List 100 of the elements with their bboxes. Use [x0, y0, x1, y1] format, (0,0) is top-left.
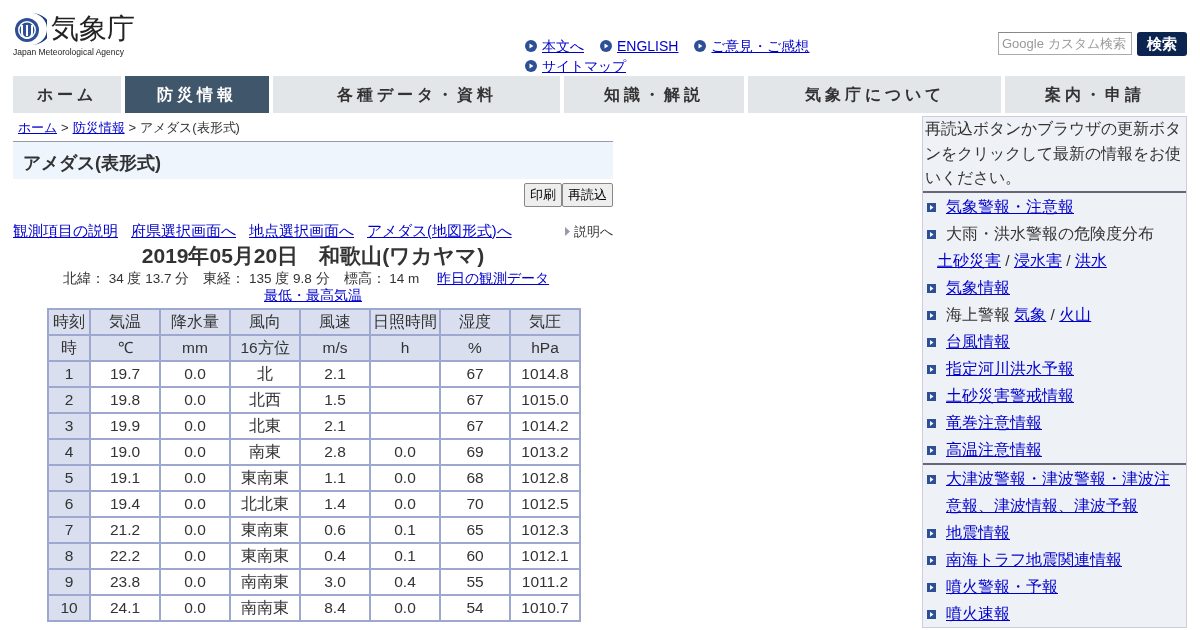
table-cell: 1012.3 — [510, 517, 580, 544]
table-cell: 南南東 — [230, 569, 300, 596]
bullet-icon — [927, 310, 936, 320]
sidebar-link[interactable]: 噴火警報・予報 — [946, 572, 1058, 600]
breadcrumb-current: アメダス(表形式) — [140, 119, 240, 136]
table-cell: 南南東 — [230, 595, 300, 622]
search-field[interactable]: Google カスタム検索 — [998, 32, 1132, 55]
nav-tab[interactable]: 案内・申請 — [1005, 76, 1185, 113]
table-cell: 70 — [440, 491, 510, 518]
table-cell: 1014.8 — [510, 361, 580, 388]
sidebar-link[interactable]: 浸水害 — [1013, 251, 1062, 269]
table-cell: 1.1 — [300, 465, 370, 492]
nav-tab[interactable]: 気象庁について — [748, 76, 1001, 113]
sidebar-link[interactable]: 噴火速報 — [946, 599, 1010, 627]
table-cell: 21.2 — [90, 517, 160, 544]
table-cell: 0.0 — [160, 543, 230, 570]
table-cell: 54 — [440, 595, 510, 622]
unit-header: ℃ — [90, 335, 160, 362]
bullet-icon — [927, 609, 936, 619]
header-link[interactable]: サイトマップ — [542, 56, 626, 76]
table-cell: 0.0 — [160, 569, 230, 596]
sidebar-link[interactable]: 土砂災害警戒情報 — [946, 381, 1074, 409]
table-cell: 東南東 — [230, 517, 300, 544]
row-header: 5 — [48, 465, 90, 492]
sidebar-text: / — [1065, 251, 1072, 269]
nav-tab[interactable]: 知識・解説 — [564, 76, 744, 113]
header-link[interactable]: 本文へ — [542, 36, 584, 56]
table-cell: 67 — [440, 387, 510, 414]
table-cell: 0.0 — [160, 517, 230, 544]
bullet-icon — [694, 40, 707, 52]
nav-tab[interactable]: ホーム — [13, 76, 121, 113]
bullet-icon — [927, 474, 936, 484]
bullet-icon — [927, 364, 936, 374]
sidebar-link[interactable]: 南海トラフ地震関連情報 — [946, 545, 1122, 573]
table-cell: 19.0 — [90, 439, 160, 466]
bullet-icon — [927, 582, 936, 592]
bullet-icon — [927, 528, 936, 538]
sidebar-link[interactable]: 洪水 — [1074, 251, 1107, 269]
station-link[interactable]: 最低・最高気温 — [264, 288, 362, 304]
table-cell: 0.0 — [160, 361, 230, 388]
table-cell: 1013.2 — [510, 439, 580, 466]
breadcrumb-separator: > — [128, 119, 137, 136]
row-header: 2 — [48, 387, 90, 414]
nav-tab[interactable]: 防災情報 — [125, 76, 269, 113]
nav-link-text[interactable]: 観測項目の説明 — [13, 220, 118, 243]
sidebar-link[interactable]: 大津波警報・津波警報・津波注意報、津波情報、津波予報 — [946, 464, 1184, 519]
sidebar-link[interactable]: 指定河川洪水予報 — [946, 354, 1074, 382]
table-cell: 68 — [440, 465, 510, 492]
column-header: 降水量 — [160, 309, 230, 336]
sidebar-link[interactable]: 気象 — [1014, 305, 1047, 323]
nav-link-text[interactable]: 地点選択画面へ — [249, 220, 354, 243]
sidebar-link[interactable]: 気象警報・注意報 — [946, 192, 1074, 220]
table-cell: 0.1 — [370, 517, 440, 544]
table-cell: 55 — [440, 569, 510, 596]
sidebar-link[interactable]: 火山 — [1059, 305, 1092, 323]
logo-text: 気象庁 — [51, 15, 135, 43]
header-link[interactable]: ENGLISH — [617, 36, 679, 56]
toolbar-button[interactable]: 再読込 — [562, 183, 613, 207]
sidebar-link[interactable]: 気象情報 — [946, 273, 1010, 301]
table-cell: 東南東 — [230, 543, 300, 570]
table-cell: 19.7 — [90, 361, 160, 388]
bullet-icon — [927, 283, 936, 293]
table-cell: 0.4 — [300, 543, 370, 570]
breadcrumb-link[interactable]: 防災情報 — [72, 118, 125, 136]
unit-header: 時 — [48, 335, 90, 362]
sidebar-link[interactable]: 台風情報 — [946, 327, 1010, 355]
unit-header: h — [370, 335, 440, 362]
table-cell: 北北東 — [230, 491, 300, 518]
sidebar-link[interactable]: 竜巻注意情報 — [946, 408, 1042, 436]
sidebar-link[interactable]: 高温注意情報 — [946, 435, 1042, 463]
station-link[interactable]: 昨日の観測データ — [437, 271, 550, 287]
breadcrumb-link[interactable]: ホーム — [18, 118, 57, 136]
search-button[interactable]: 検索 — [1137, 32, 1187, 56]
table-cell: 1.5 — [300, 387, 370, 414]
sidebar-link[interactable]: 地震情報 — [946, 518, 1010, 546]
sidebar-link[interactable]: 土砂災害 — [937, 251, 1001, 269]
row-header: 7 — [48, 517, 90, 544]
nav-link-text[interactable]: 府県選択画面へ — [131, 220, 236, 243]
header-link[interactable]: ご意見・ご感想 — [711, 36, 810, 56]
nav-tab[interactable]: 各種データ・資料 — [273, 76, 560, 113]
table-cell: 1011.2 — [510, 569, 580, 596]
bullet-icon — [927, 445, 936, 455]
column-header: 湿度 — [440, 309, 510, 336]
nav-link-text[interactable]: アメダス(地図形式)へ — [367, 220, 512, 243]
table-cell: 0.0 — [160, 439, 230, 466]
table-cell: 1012.1 — [510, 543, 580, 570]
bullet-icon — [927, 229, 936, 239]
help-link[interactable]: 説明へ — [574, 221, 613, 242]
date-station-heading: 2019年05月20日 和歌山(ワカヤマ) — [140, 243, 486, 270]
table-cell: 北東 — [230, 413, 300, 440]
row-header: 1 — [48, 361, 90, 388]
station-info: 北緯： 34 度 13.7 分 東経： 135 度 9.8 分 標高： 14 m — [62, 271, 420, 287]
column-header: 時刻 — [48, 309, 90, 336]
bullet-icon — [525, 40, 537, 52]
toolbar-button[interactable]: 印刷 — [524, 183, 562, 207]
breadcrumb-separator: > — [61, 119, 69, 136]
table-cell: 0.1 — [370, 543, 440, 570]
notice-text: 再読込ボタンかブラウザの更新ボタンをクリックして最新の情報をお使いください。 — [923, 117, 1186, 193]
table-cell: 0.0 — [160, 465, 230, 492]
agency-emblem-icon — [13, 12, 47, 46]
